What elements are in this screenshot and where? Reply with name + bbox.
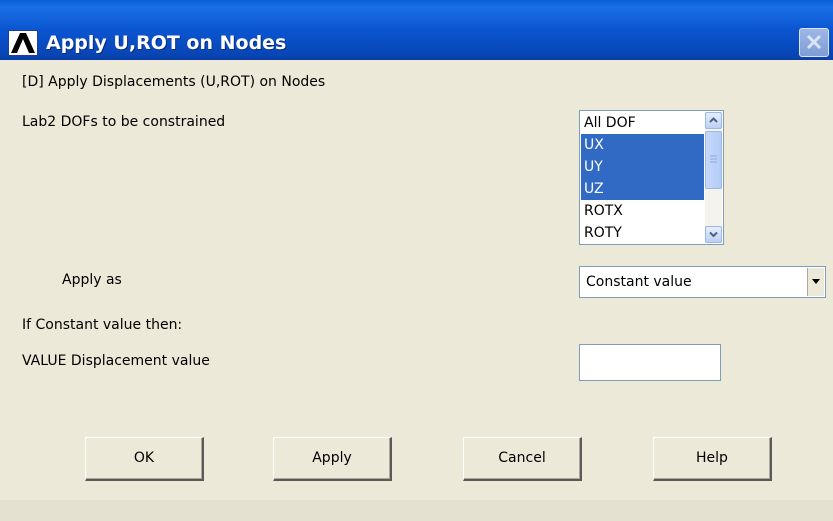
dof-option-uz[interactable]: UZ xyxy=(581,178,704,200)
displacement-value-label: VALUE Displacement value xyxy=(22,353,210,369)
close-icon xyxy=(806,34,822,50)
ok-button[interactable]: OK xyxy=(85,437,204,481)
constant-value-note: If Constant value then: xyxy=(22,317,183,333)
help-button-label: Help xyxy=(696,450,728,466)
dialog-window: Apply U,ROT on Nodes [D] Apply Displacem… xyxy=(0,0,833,521)
apply-button[interactable]: Apply xyxy=(273,437,392,481)
scroll-down-button[interactable] xyxy=(705,226,722,243)
apply-as-dropdown[interactable]: Constant value xyxy=(579,266,826,298)
dof-option-uy[interactable]: UY xyxy=(581,156,704,178)
dropdown-button[interactable] xyxy=(807,268,824,296)
ok-button-label: OK xyxy=(133,450,155,466)
window-title: Apply U,ROT on Nodes xyxy=(46,32,287,54)
cancel-button-label: Cancel xyxy=(498,450,546,466)
dialog-bottom-edge xyxy=(0,500,833,521)
title-bar[interactable]: Apply U,ROT on Nodes xyxy=(0,0,833,60)
dof-option-all-dof[interactable]: All DOF xyxy=(581,112,704,134)
apply-as-label: Apply as xyxy=(62,272,122,288)
cancel-button[interactable]: Cancel xyxy=(463,437,582,481)
grip-icon xyxy=(710,155,717,163)
dof-listbox[interactable]: All DOF UX UY UZ ROTX ROTY xyxy=(579,110,724,245)
help-button[interactable]: Help xyxy=(653,437,772,481)
scroll-up-button[interactable] xyxy=(705,112,722,129)
lab2-label: Lab2 DOFs to be constrained xyxy=(22,114,226,130)
close-button[interactable] xyxy=(799,28,829,57)
dof-option-roty[interactable]: ROTY xyxy=(581,222,704,244)
listbox-scrollbar[interactable] xyxy=(705,112,722,243)
ansys-logo-icon xyxy=(8,30,38,56)
dof-option-rotx[interactable]: ROTX xyxy=(581,200,704,222)
dialog-header-text: [D] Apply Displacements (U,ROT) on Nodes xyxy=(22,74,326,90)
dropdown-arrow-icon xyxy=(812,279,820,284)
scroll-thumb[interactable] xyxy=(705,131,722,189)
apply-button-label: Apply xyxy=(312,450,352,466)
chevron-down-icon xyxy=(709,231,718,238)
dof-option-ux[interactable]: UX xyxy=(581,134,704,156)
apply-as-value: Constant value xyxy=(586,274,692,290)
chevron-up-icon xyxy=(709,117,718,123)
displacement-value-input[interactable] xyxy=(579,344,721,381)
